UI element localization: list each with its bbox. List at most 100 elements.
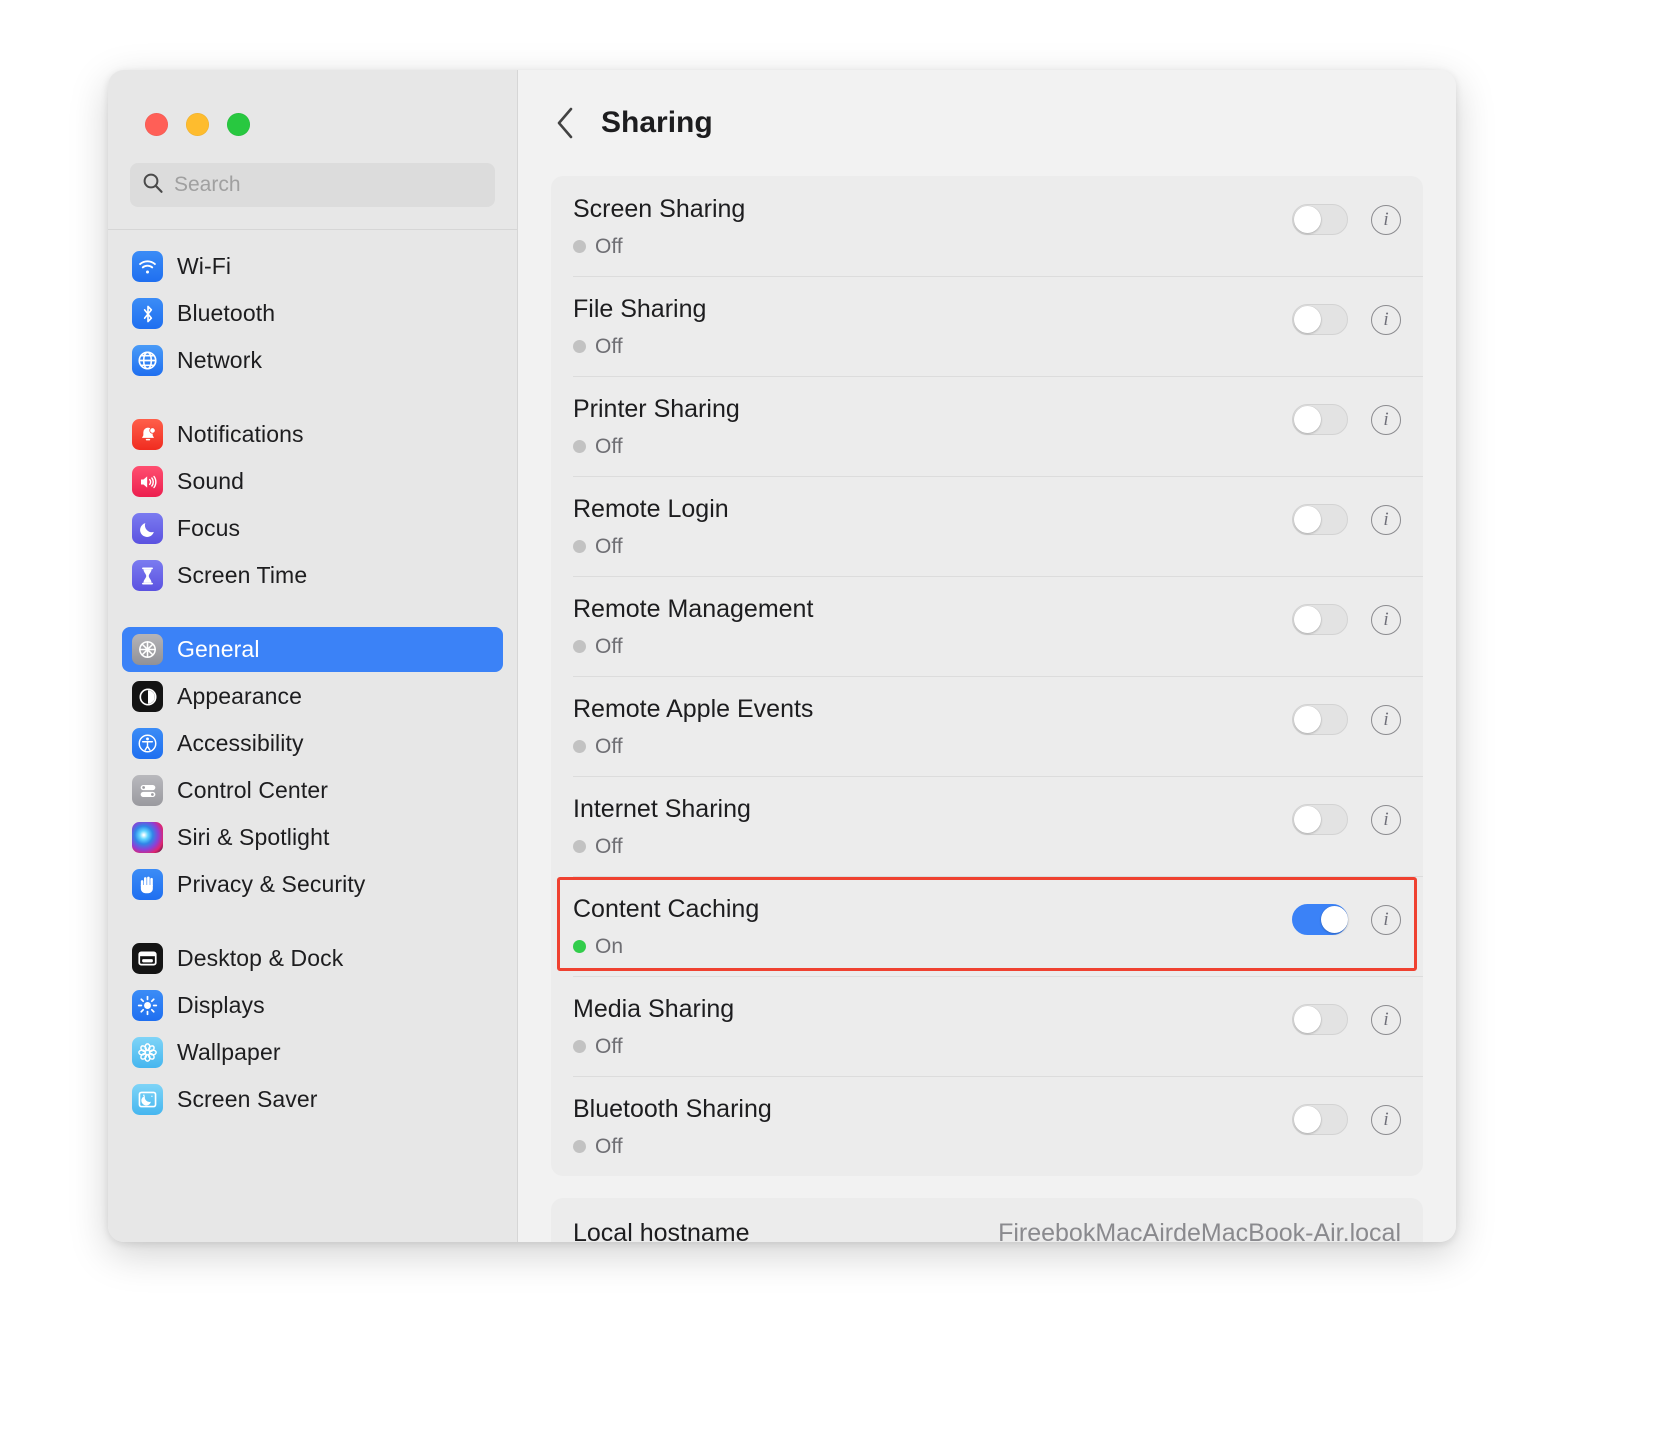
status-dot-icon xyxy=(573,240,586,253)
service-toggle[interactable] xyxy=(1292,204,1348,235)
service-row-internet-sharing[interactable]: Internet Sharing Off i xyxy=(551,776,1423,876)
info-icon[interactable]: i xyxy=(1371,504,1401,535)
sidebar-item-label: Desktop & Dock xyxy=(177,945,344,971)
service-row-printer-sharing[interactable]: Printer Sharing Off i xyxy=(551,376,1423,476)
service-toggle[interactable] xyxy=(1292,1004,1348,1035)
toggle-knob xyxy=(1294,506,1321,533)
info-icon[interactable]: i xyxy=(1371,804,1401,835)
local-hostname-card[interactable]: Local hostname FireebokMacAirdeMacBook-A… xyxy=(551,1198,1423,1242)
wifi-icon xyxy=(132,251,163,282)
back-button[interactable] xyxy=(555,106,577,140)
service-row-media-sharing[interactable]: Media Sharing Off i xyxy=(551,976,1423,1076)
service-row-remote-apple-events[interactable]: Remote Apple Events Off i xyxy=(551,676,1423,776)
screenshot-root: Wi-Fi Bluetooth xyxy=(0,0,1654,1446)
sidebar-item-label: Accessibility xyxy=(177,730,304,756)
service-name: Remote Login xyxy=(573,495,729,523)
sidebar-item-displays[interactable]: Displays xyxy=(122,983,503,1028)
sidebar-item-desktop-dock[interactable]: Desktop & Dock xyxy=(122,936,503,981)
service-status: Off xyxy=(573,335,1292,359)
close-button[interactable] xyxy=(145,113,168,136)
info-icon[interactable]: i xyxy=(1371,1104,1401,1135)
sidebar-item-label: Wi-Fi xyxy=(177,253,232,279)
sound-speaker-icon xyxy=(132,466,163,497)
service-row-remote-login[interactable]: Remote Login Off i xyxy=(551,476,1423,576)
service-toggle[interactable] xyxy=(1292,1104,1348,1135)
row-controls: i xyxy=(1292,976,1401,1035)
sidebar-item-label: Wallpaper xyxy=(177,1039,281,1065)
service-toggle[interactable] xyxy=(1292,704,1348,735)
info-icon[interactable]: i xyxy=(1371,604,1401,635)
sidebar-item-wi-fi[interactable]: Wi-Fi xyxy=(122,244,503,289)
row-texts: File Sharing Off xyxy=(573,276,1292,359)
info-icon[interactable]: i xyxy=(1371,1004,1401,1035)
info-icon[interactable]: i xyxy=(1371,304,1401,335)
info-icon[interactable]: i xyxy=(1371,704,1401,735)
row-texts: Screen Sharing Off xyxy=(573,176,1292,259)
toggle-knob xyxy=(1294,1006,1321,1033)
toggle-knob xyxy=(1294,606,1321,633)
service-toggle[interactable] xyxy=(1292,404,1348,435)
sidebar-item-wallpaper[interactable]: Wallpaper xyxy=(122,1030,503,1075)
row-controls: i xyxy=(1292,776,1401,835)
service-row-screen-sharing[interactable]: Screen Sharing Off i xyxy=(551,176,1423,276)
sidebar-item-bluetooth[interactable]: Bluetooth xyxy=(122,291,503,336)
search-icon xyxy=(142,172,164,199)
sidebar-item-screen-time[interactable]: Screen Time xyxy=(122,553,503,598)
search-box[interactable] xyxy=(130,163,495,207)
sidebar-item-sound[interactable]: Sound xyxy=(122,459,503,504)
service-toggle[interactable] xyxy=(1292,904,1348,935)
toggle-knob xyxy=(1294,1106,1321,1133)
sidebar-item-privacy-security[interactable]: Privacy & Security xyxy=(122,862,503,907)
service-row-file-sharing[interactable]: File Sharing Off i xyxy=(551,276,1423,376)
service-row-content-caching[interactable]: Content Caching On i xyxy=(551,876,1423,976)
minimize-button[interactable] xyxy=(186,113,209,136)
sidebar-item-accessibility[interactable]: Accessibility xyxy=(122,721,503,766)
sidebar-item-siri-spotlight[interactable]: Siri & Spotlight xyxy=(122,815,503,860)
sidebar-item-notifications[interactable]: Notifications xyxy=(122,412,503,457)
sidebar-item-general[interactable]: General xyxy=(122,627,503,672)
service-toggle[interactable] xyxy=(1292,804,1348,835)
status-dot-icon xyxy=(573,740,586,753)
sharing-services-card: Screen Sharing Off i File Sharing Off i … xyxy=(551,176,1423,1176)
zoom-button[interactable] xyxy=(227,113,250,136)
search-input[interactable] xyxy=(174,173,483,197)
sidebar-item-appearance[interactable]: Appearance xyxy=(122,674,503,719)
service-toggle[interactable] xyxy=(1292,604,1348,635)
local-hostname-value: FireebokMacAirdeMacBook-Air.local xyxy=(998,1218,1401,1243)
status-dot-icon xyxy=(573,1140,586,1153)
page-title: Sharing xyxy=(601,106,713,139)
control-center-icon xyxy=(132,775,163,806)
service-status: On xyxy=(573,935,1292,959)
sidebar-item-network[interactable]: Network xyxy=(122,338,503,383)
sidebar-group-network: Wi-Fi Bluetooth Network xyxy=(108,244,517,383)
info-icon[interactable]: i xyxy=(1371,904,1401,935)
info-icon[interactable]: i xyxy=(1371,204,1401,235)
row-texts: Remote Apple Events Off xyxy=(573,676,1292,759)
sidebar-item-control-center[interactable]: Control Center xyxy=(122,768,503,813)
sidebar-item-label: Privacy & Security xyxy=(177,871,366,897)
displays-brightness-icon xyxy=(132,990,163,1021)
row-controls: i xyxy=(1292,276,1401,335)
sidebar-item-screen-saver[interactable]: Screen Saver xyxy=(122,1077,503,1122)
accessibility-icon xyxy=(132,728,163,759)
sidebar-item-label: Displays xyxy=(177,992,265,1018)
detail-scroll-area[interactable]: Screen Sharing Off i File Sharing Off i … xyxy=(518,176,1456,1242)
service-row-bluetooth-sharing[interactable]: Bluetooth Sharing Off i xyxy=(551,1076,1423,1176)
service-status: Off xyxy=(573,1035,1292,1059)
service-row-remote-management[interactable]: Remote Management Off i xyxy=(551,576,1423,676)
service-toggle[interactable] xyxy=(1292,304,1348,335)
toggle-knob xyxy=(1294,806,1321,833)
service-status-label: Off xyxy=(595,834,623,858)
service-toggle[interactable] xyxy=(1292,504,1348,535)
status-dot-icon xyxy=(573,540,586,553)
sidebar-item-focus[interactable]: Focus xyxy=(122,506,503,551)
row-texts: Media Sharing Off xyxy=(573,976,1292,1059)
service-status-label: On xyxy=(595,934,624,958)
info-icon[interactable]: i xyxy=(1371,404,1401,435)
sidebar-item-label: Appearance xyxy=(177,683,303,709)
service-status-label: Off xyxy=(595,1034,623,1058)
service-status: Off xyxy=(573,435,1292,459)
status-dot-icon xyxy=(573,440,586,453)
service-name: Bluetooth Sharing xyxy=(573,1095,772,1123)
